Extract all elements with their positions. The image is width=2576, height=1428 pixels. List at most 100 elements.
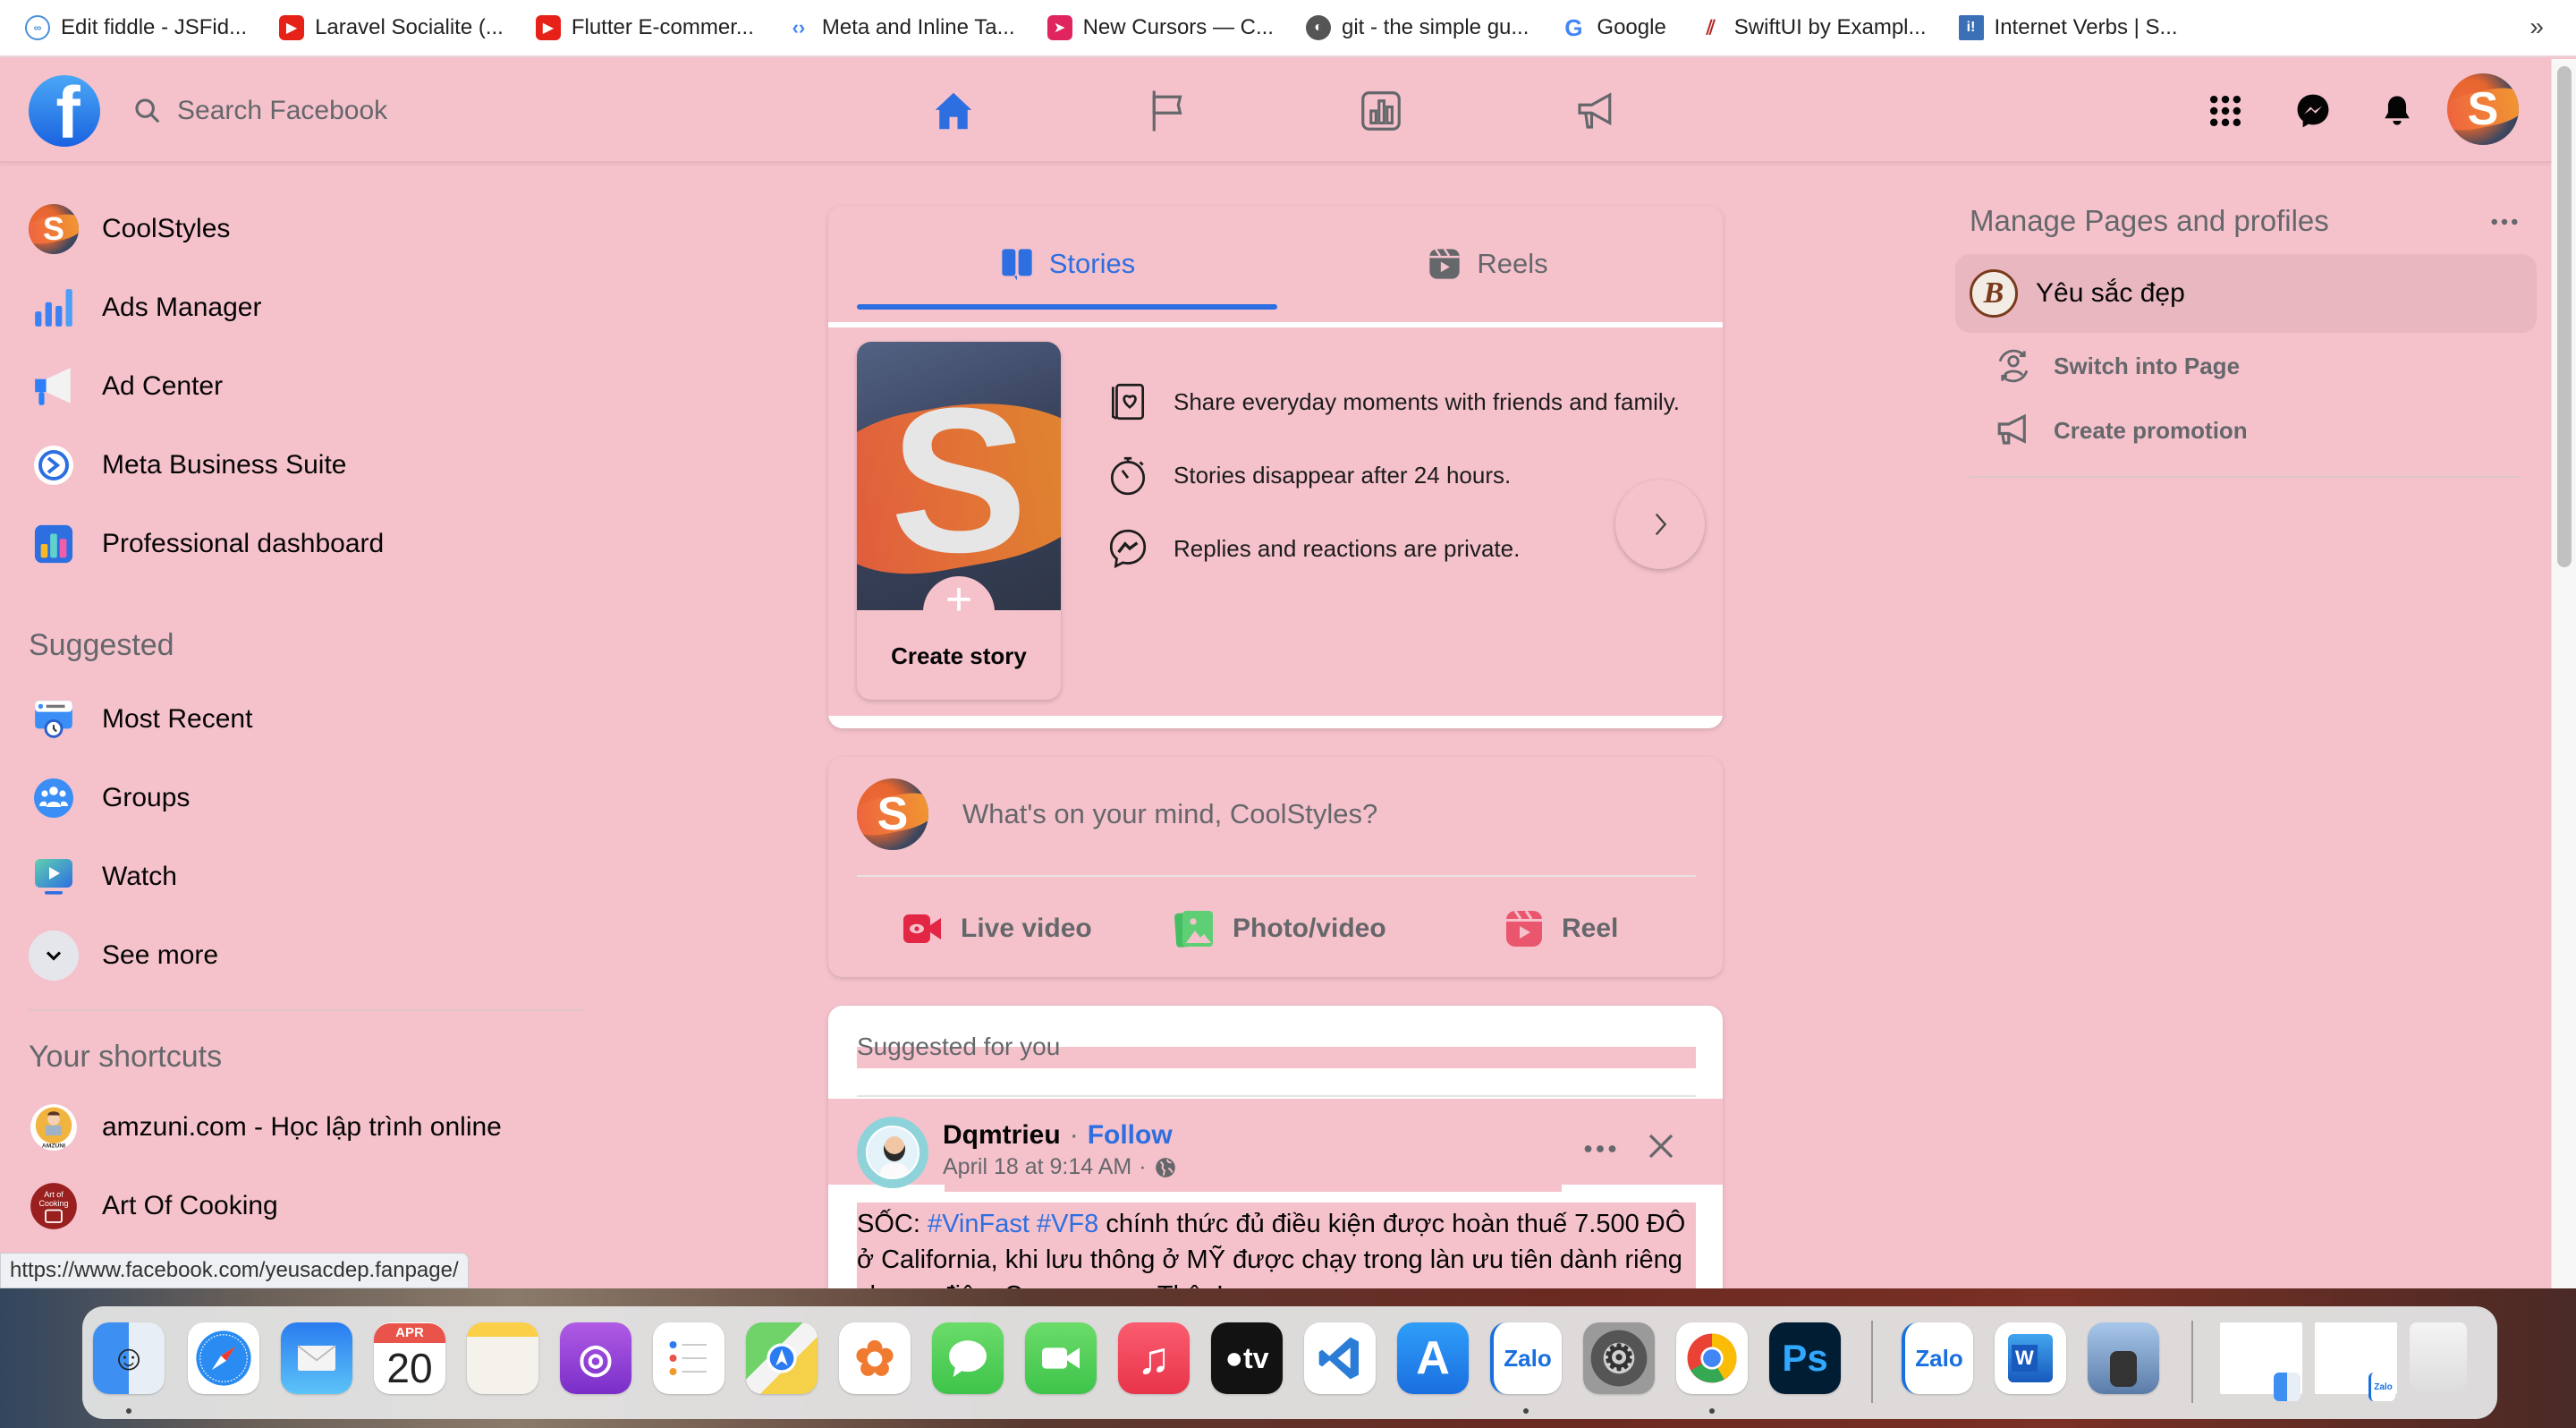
sidebar-item-professional-dashboard[interactable]: Professional dashboard	[14, 508, 578, 580]
bookmark-internet-verbs[interactable]: i! Internet Verbs | S...	[1958, 15, 2178, 40]
apple-tv-icon[interactable]: ● tv	[1211, 1322, 1283, 1394]
scrollbar-thumb[interactable]	[2557, 66, 2572, 567]
sidebar-item-watch[interactable]: Watch	[14, 841, 578, 913]
zalo-icon[interactable]: Zalo	[1490, 1322, 1562, 1394]
nav-tab-pages[interactable]	[1136, 79, 1200, 143]
add-story-plus-icon[interactable]: +	[923, 576, 995, 648]
chrome-icon[interactable]	[1676, 1322, 1748, 1394]
more-bookmarks-button[interactable]: »	[2529, 13, 2544, 41]
hide-post-button[interactable]	[1639, 1124, 1683, 1169]
hashtag-link[interactable]: #VF8	[1037, 1210, 1098, 1238]
create-story-card[interactable]: S + Create story	[857, 342, 1061, 700]
manage-pages-options-button[interactable]	[2487, 211, 2522, 233]
vscode-icon[interactable]	[1304, 1322, 1376, 1394]
globe-icon	[1155, 1157, 1175, 1177]
bookmark-laravel-socialite[interactable]: ▶ Laravel Socialite (...	[279, 15, 504, 40]
next-story-button[interactable]	[1615, 480, 1705, 569]
sidebar-item-ad-center[interactable]: Ad Center	[14, 351, 578, 422]
bookmark-google[interactable]: G Google	[1561, 14, 1666, 41]
bell-icon	[2385, 96, 2410, 125]
create-promotion-button[interactable]: Create promotion	[1995, 412, 2248, 449]
hashtag-link[interactable]: #VinFast	[928, 1210, 1030, 1238]
bookmark-new-cursors[interactable]: ➤ New Cursors — C...	[1046, 15, 1274, 40]
bookmark-label: git - the simple gu...	[1341, 15, 1530, 39]
photoshop-icon[interactable]: Ps	[1769, 1322, 1841, 1394]
maps-icon[interactable]	[746, 1322, 818, 1394]
reminders-icon[interactable]	[653, 1322, 724, 1394]
bookmark-flutter-ecommerce[interactable]: ▶ Flutter E-commer...	[535, 15, 754, 40]
finder-window-thumbnail-icon[interactable]	[2220, 1322, 2302, 1401]
nav-tab-insights[interactable]	[1349, 79, 1413, 143]
search-input[interactable]	[177, 96, 481, 126]
sidebar-item-groups[interactable]: Groups	[14, 762, 578, 834]
bookmark-swiftui-example[interactable]: ⫽ SwiftUI by Exampl...	[1699, 15, 1927, 40]
bookmark-label: Google	[1597, 15, 1666, 39]
system-preferences-icon[interactable]: ⚙	[1583, 1322, 1655, 1394]
preview-icon[interactable]	[2088, 1322, 2159, 1394]
shortcut-art-of-cooking[interactable]: Art of Cooking Art Of Cooking	[14, 1170, 578, 1242]
reels-icon	[1429, 248, 1461, 279]
menu-button[interactable]	[2195, 81, 2256, 141]
youtube-icon: ▶	[535, 15, 561, 40]
photo-heart-icon	[1111, 383, 1145, 421]
story-info-row: Replies and reactions are private.	[1106, 526, 1520, 571]
search-icon	[135, 98, 159, 123]
mail-icon[interactable]	[281, 1322, 352, 1394]
podcasts-icon[interactable]: ◎	[560, 1322, 631, 1394]
sidebar-item-ads-manager[interactable]: Ads Manager	[14, 272, 578, 344]
sidebar-item-meta-business-suite[interactable]: Meta Business Suite	[14, 429, 578, 501]
nav-tab-ad-center[interactable]	[1563, 79, 1628, 143]
post-author-name[interactable]: Dqmtrieu	[943, 1120, 1061, 1151]
messenger-button[interactable]	[2283, 81, 2343, 141]
bookmark-jsfiddle[interactable]: ∞ Edit fiddle - JSFid...	[25, 15, 247, 40]
composer-avatar[interactable]: S	[857, 778, 928, 850]
shortcut-label: amzuni.com - Học lập trình online	[102, 1112, 502, 1142]
follow-button[interactable]: Follow	[1088, 1120, 1173, 1151]
search-box[interactable]	[132, 86, 508, 136]
zalo-window-thumbnail-icon[interactable]: Zalo	[2315, 1322, 2397, 1401]
chevron-down-icon	[29, 931, 79, 981]
stories-card-footer	[828, 716, 1723, 728]
safari-icon[interactable]	[188, 1322, 259, 1394]
switch-profile-icon	[1998, 349, 2029, 383]
suggested-heading: Suggested	[29, 628, 174, 662]
app-store-icon[interactable]: A	[1397, 1322, 1469, 1394]
trash-icon[interactable]	[2410, 1322, 2467, 1394]
calendar-icon[interactable]: APR 20	[374, 1322, 445, 1394]
post-options-button[interactable]	[1578, 1131, 1623, 1167]
page-scrollbar[interactable]	[2551, 59, 2576, 1288]
switch-into-page-button[interactable]: Switch into Page	[1995, 347, 2240, 385]
notes-icon[interactable]	[467, 1322, 538, 1394]
dock-separator	[2191, 1321, 2193, 1403]
profile-avatar-icon: S	[29, 204, 79, 254]
shortcut-amzuni[interactable]: AMZUNI amzuni.com - Học lập trình online	[14, 1092, 578, 1163]
live-video-icon	[903, 914, 941, 943]
sidebar-item-coolstyles[interactable]: S CoolStyles	[14, 193, 578, 265]
music-icon[interactable]: ♫	[1118, 1322, 1190, 1394]
messenger-outline-icon	[1109, 529, 1147, 569]
managed-page-item[interactable]: B Yêu sắc đẹp	[1955, 254, 2537, 333]
messages-icon[interactable]	[932, 1322, 1004, 1394]
facetime-icon[interactable]	[1025, 1322, 1097, 1394]
megaphone-outline-icon	[1997, 413, 2026, 445]
jsfiddle-cloud-icon: ∞	[25, 15, 50, 40]
tab-reels[interactable]: Reels	[1277, 206, 1698, 322]
finder-icon[interactable]: ☺	[93, 1322, 165, 1394]
notifications-button[interactable]	[2367, 81, 2428, 141]
bookmark-meta-inline-tags[interactable]: ‹› Meta and Inline Ta...	[786, 15, 1015, 40]
zalo-icon[interactable]: Zalo	[1902, 1322, 1973, 1394]
photo-video-button[interactable]: Photo/video	[1174, 893, 1386, 965]
sidebar-item-most-recent[interactable]: Most Recent	[14, 684, 578, 755]
chevron-right-icon	[1655, 513, 1667, 536]
profile-avatar-button[interactable]: S	[2447, 73, 2519, 145]
live-video-button[interactable]: Live video	[902, 893, 1092, 965]
whats-on-your-mind-input[interactable]: What's on your mind, CoolStyles?	[962, 778, 1696, 850]
word-icon[interactable]: W	[1995, 1322, 2066, 1394]
post-author-avatar[interactable]	[857, 1117, 928, 1188]
photos-icon[interactable]: ✿	[839, 1322, 911, 1394]
reel-button[interactable]: Reel	[1503, 893, 1618, 965]
facebook-logo[interactable]: f	[29, 75, 100, 147]
bookmark-git-guide[interactable]: ◐ git - the simple gu...	[1305, 15, 1530, 40]
nav-tab-home[interactable]	[921, 79, 986, 143]
see-more-button[interactable]: See more	[14, 920, 578, 991]
